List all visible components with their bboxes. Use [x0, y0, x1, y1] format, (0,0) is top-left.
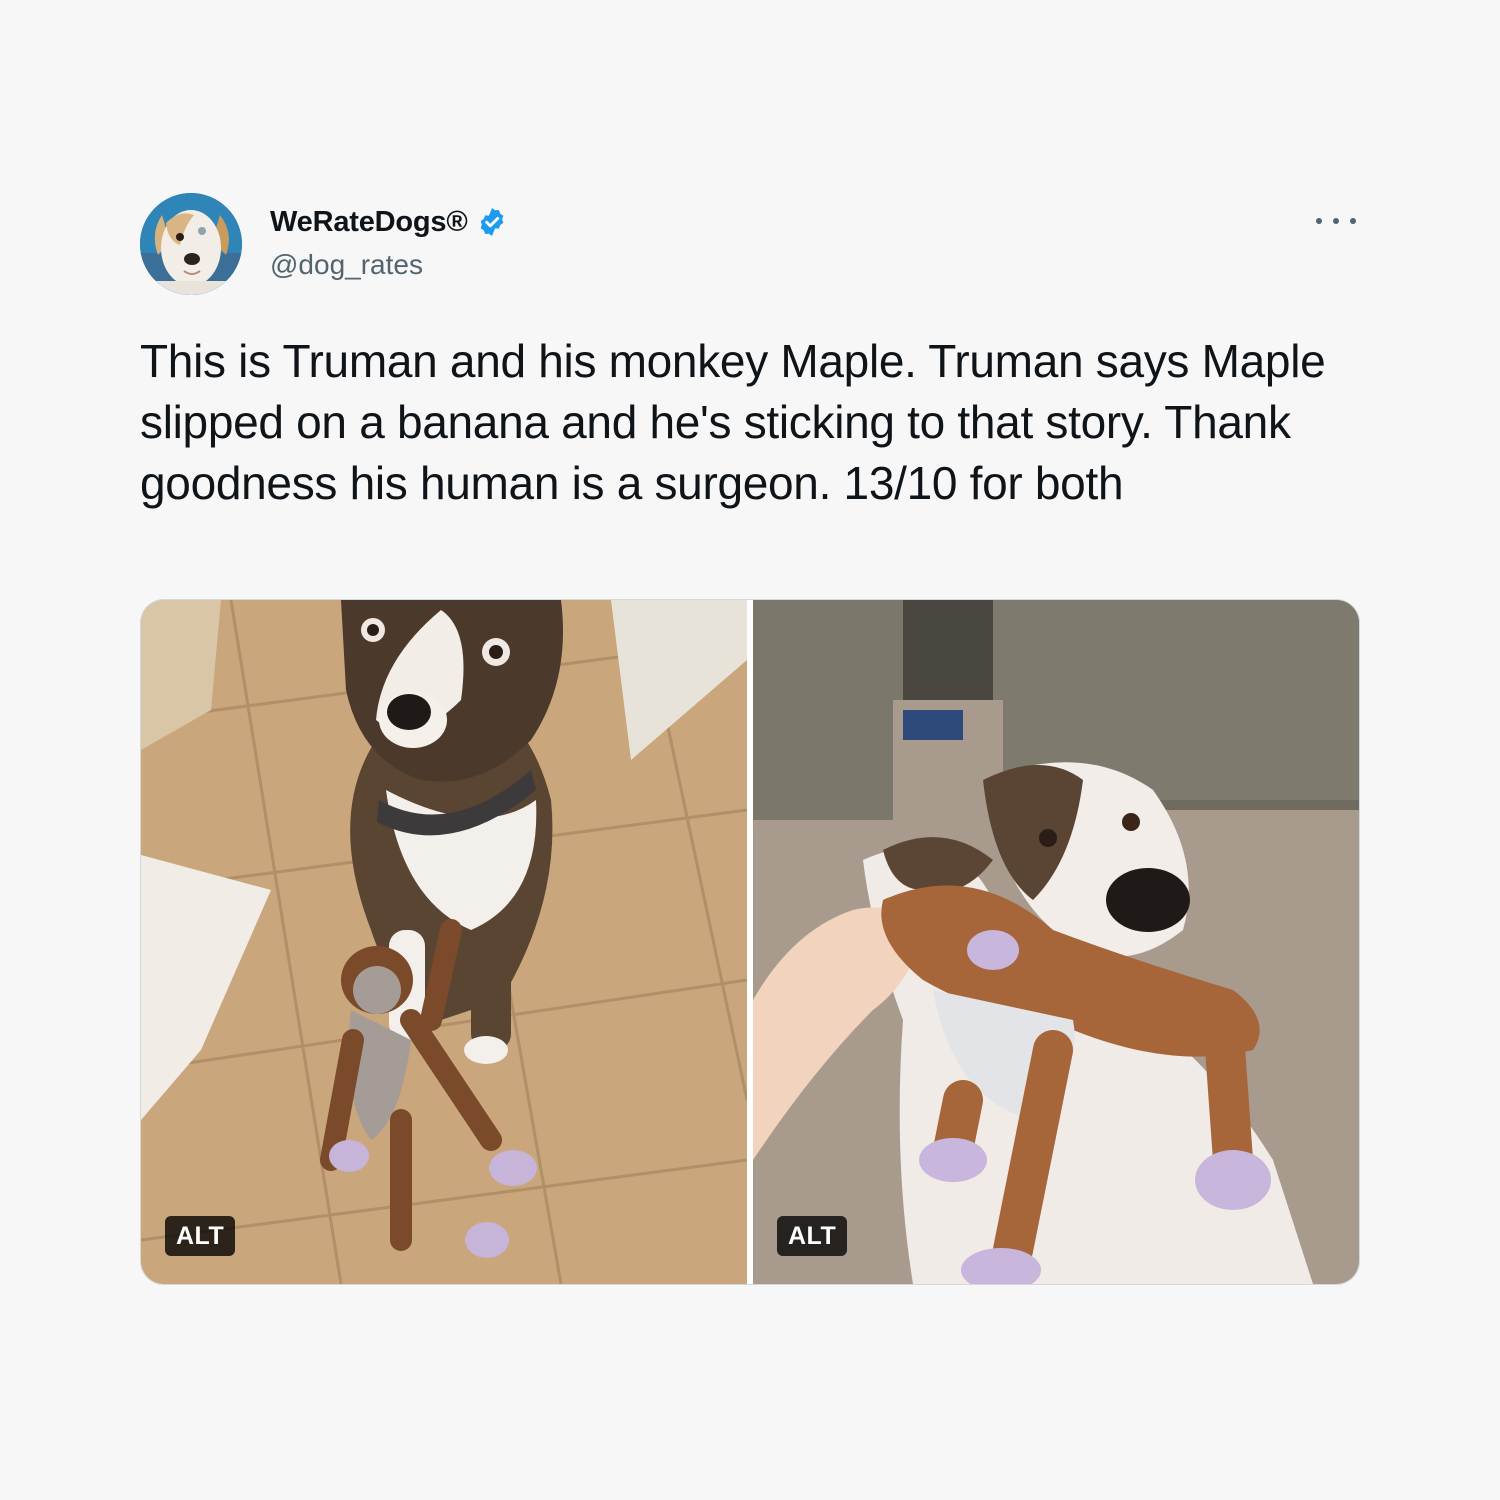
alt-badge[interactable]: ALT: [777, 1216, 848, 1256]
more-horizontal-icon[interactable]: [1316, 209, 1356, 233]
tweet-photo-2[interactable]: ALT: [753, 600, 1359, 1284]
tweet-card: WeRateDogs® @dog_rates This is Truman an…: [140, 193, 1360, 1285]
tweet-media-grid: ALT ALT: [140, 599, 1360, 1285]
tweet-header: WeRateDogs® @dog_rates: [140, 193, 1358, 297]
display-name[interactable]: WeRateDogs®: [270, 206, 468, 239]
author-handle[interactable]: @dog_rates: [270, 249, 508, 281]
author-names: WeRateDogs® @dog_rates: [270, 201, 508, 281]
more-dot: [1350, 218, 1356, 224]
verified-badge-icon: [476, 206, 508, 238]
photo-dog-sitting-with-torn-monkey: [141, 600, 747, 1284]
alt-badge[interactable]: ALT: [165, 1216, 236, 1256]
tweet-text: This is Truman and his monkey Maple. Tru…: [140, 335, 1326, 509]
tweet-photo-1[interactable]: ALT: [141, 600, 747, 1284]
avatar[interactable]: [140, 193, 242, 295]
more-dot: [1316, 218, 1322, 224]
more-dot: [1333, 218, 1339, 224]
display-name-row: WeRateDogs®: [270, 201, 508, 243]
avatar-image: [140, 193, 242, 295]
photo-dog-holding-repaired-monkey: [753, 600, 1359, 1284]
